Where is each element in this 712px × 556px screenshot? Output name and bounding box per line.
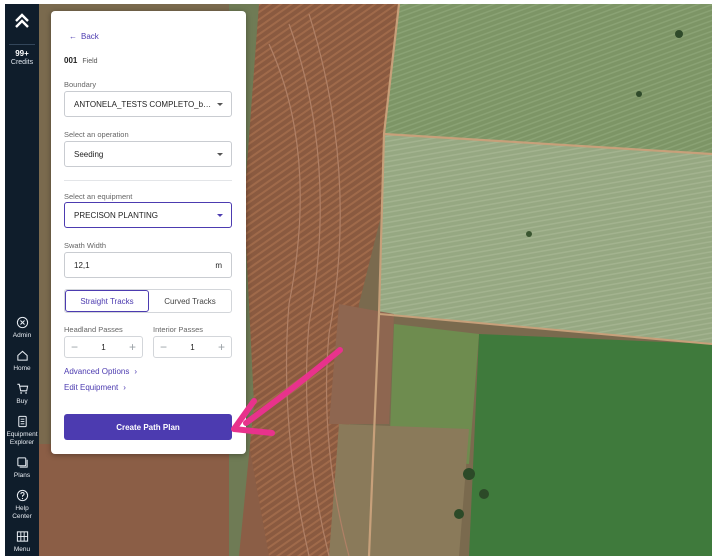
headland-passes-value[interactable]: 1 <box>101 343 105 352</box>
chevron-right-icon: › <box>123 383 126 392</box>
plus-icon[interactable]: + <box>129 341 136 353</box>
home-icon <box>16 350 28 361</box>
section-divider <box>64 180 232 181</box>
curved-tracks-option[interactable]: Curved Tracks <box>149 290 231 312</box>
chevron-right-icon: › <box>134 367 138 376</box>
annotation-arrow-icon <box>231 347 343 436</box>
minus-icon[interactable]: − <box>160 341 167 353</box>
edit-equipment-link[interactable]: Edit Equipment › <box>64 383 126 392</box>
straight-tracks-option[interactable]: Straight Tracks <box>65 290 149 312</box>
credits-label: Credits <box>10 59 34 66</box>
interior-passes-label: Interior Passes <box>153 325 204 334</box>
credits-count: 99+ <box>15 49 29 58</box>
path-plan-panel: ← Back 001 Field Boundary ANTONELA_TESTS… <box>51 11 246 454</box>
boundary-value: ANTONELA_TESTS COMPLETO_bound... <box>74 99 215 109</box>
nav-label-admin: Admin <box>12 332 32 339</box>
chevron-down-icon <box>217 153 223 156</box>
headland-passes-label: Headland Passes <box>64 325 123 334</box>
nav-item-buy[interactable]: Buy <box>5 382 39 406</box>
menu-icon <box>16 531 28 542</box>
advanced-options-link[interactable]: Advanced Options › <box>64 367 137 376</box>
nav-label-help-center: Help Center <box>12 505 32 520</box>
nav-item-home[interactable]: Home <box>5 349 39 373</box>
nav-label-equipment-explorer: Equipment Explorer <box>6 431 38 446</box>
back-label: Back <box>81 32 99 41</box>
edit-equipment-label: Edit Equipment <box>64 383 119 392</box>
create-path-plan-button[interactable]: Create Path Plan <box>64 414 232 440</box>
plans-icon <box>16 457 28 468</box>
boundary-select[interactable]: ANTONELA_TESTS COMPLETO_bound... <box>64 91 232 117</box>
swath-width-label: Swath Width <box>64 241 107 250</box>
arrow-left-icon: ← <box>69 32 77 41</box>
nav-item-equipment-explorer[interactable]: Equipment Explorer <box>5 415 39 447</box>
operation-select[interactable]: Seeding <box>64 141 232 167</box>
operation-value: Seeding <box>74 149 104 159</box>
minus-icon[interactable]: − <box>71 341 78 353</box>
logo-chevrons-icon[interactable] <box>11 10 33 32</box>
nav-item-help-center[interactable]: Help Center <box>5 489 39 521</box>
equipment-value: PRECISON PLANTING <box>74 210 159 220</box>
interior-passes-value[interactable]: 1 <box>190 343 194 352</box>
nav-rail: 99+ Credits Admin Home Buy Equipment Exp… <box>5 4 39 556</box>
nav-label-home: Home <box>13 365 31 372</box>
swath-width-unit: m <box>215 260 222 270</box>
help-icon <box>16 489 28 502</box>
equipment-icon <box>17 415 27 428</box>
credits-counter[interactable]: 99+ Credits <box>9 44 35 67</box>
operation-label: Select an operation <box>64 130 129 139</box>
nav-label-menu: Menu <box>13 546 31 553</box>
field-header: 001 Field <box>64 56 98 65</box>
chevron-down-icon <box>217 103 223 106</box>
cart-icon <box>16 383 28 394</box>
nav-label-plans: Plans <box>13 472 31 479</box>
equipment-select[interactable]: PRECISON PLANTING <box>64 202 232 228</box>
swath-width-input[interactable]: 12,1 m <box>64 252 232 278</box>
nav-label-buy: Buy <box>16 398 28 405</box>
nav-item-menu[interactable]: Menu <box>5 530 39 554</box>
track-type-toggle: Straight Tracks Curved Tracks <box>64 289 232 313</box>
equipment-label: Select an equipment <box>64 192 133 201</box>
nav-item-plans[interactable]: Plans <box>5 456 39 480</box>
field-id: 001 <box>64 56 78 65</box>
headland-passes-stepper: − 1 + <box>64 336 143 358</box>
nav-item-admin[interactable]: Admin <box>5 316 39 340</box>
field-type-label: Field <box>82 58 98 65</box>
advanced-options-label: Advanced Options <box>64 367 130 376</box>
plus-icon[interactable]: + <box>218 341 225 353</box>
interior-passes-stepper: − 1 + <box>153 336 232 358</box>
admin-icon <box>16 316 28 329</box>
back-button[interactable]: ← Back <box>69 32 99 41</box>
boundary-label: Boundary <box>64 80 97 89</box>
swath-width-value: 12,1 <box>74 260 90 270</box>
chevron-down-icon <box>217 214 223 217</box>
